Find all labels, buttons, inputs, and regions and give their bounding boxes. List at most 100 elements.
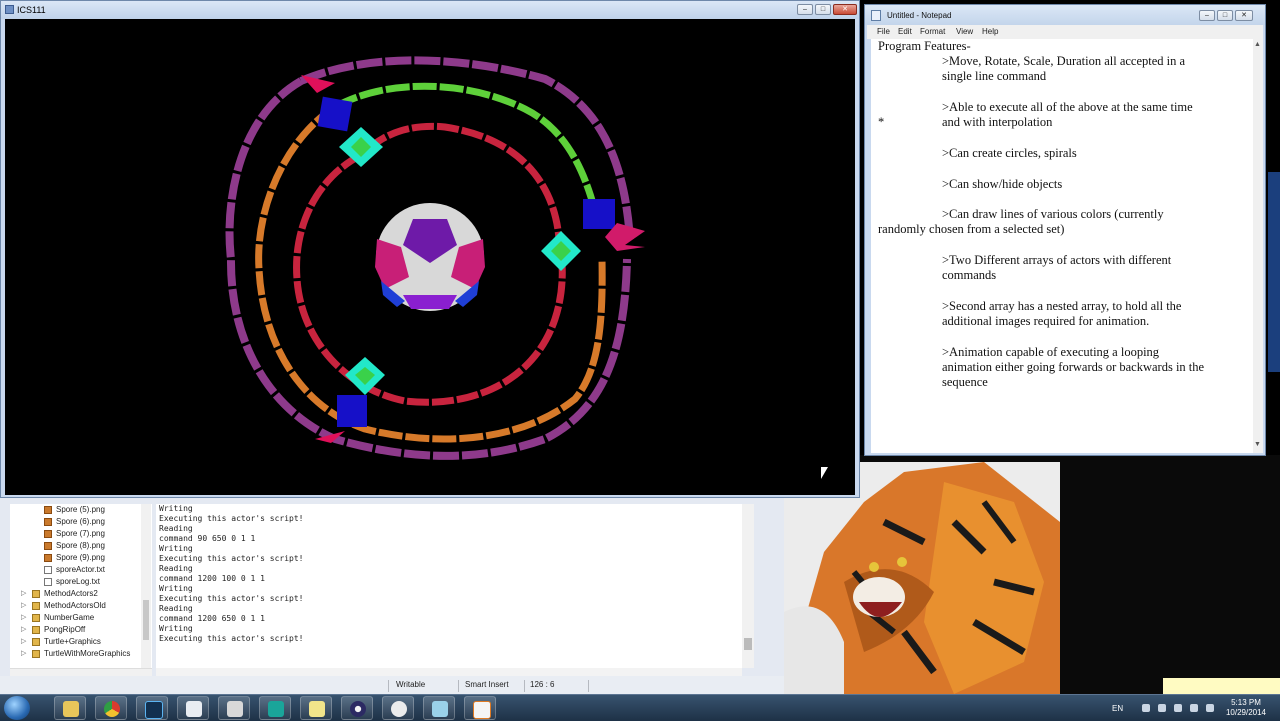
tree-item[interactable]: ▷ Turtle+Graphics: [10, 636, 152, 648]
status-divider: [458, 680, 459, 692]
status-cursor-position: 126 : 6: [530, 680, 555, 689]
tree-item[interactable]: ▷ MethodActors2: [10, 588, 152, 600]
image-file-icon: [44, 518, 52, 526]
notepad-line: sequence: [942, 375, 988, 389]
taskbar-maya[interactable]: [259, 696, 291, 720]
project-icon: [32, 614, 40, 622]
clock-time: 5:13 PM: [1231, 698, 1261, 707]
expand-arrow-icon[interactable]: ▷: [21, 624, 26, 636]
status-divider: [388, 680, 389, 692]
tree-item-label: sporeLog.txt: [56, 577, 101, 586]
tree-item-label: Spore (8).png: [56, 541, 105, 550]
tree-item[interactable]: sporeActor.txt: [10, 564, 152, 576]
taskbar-photoshop[interactable]: [136, 696, 168, 720]
package-explorer[interactable]: Spore (5).png Spore (6).png Spore (7).pn…: [10, 504, 152, 668]
menu-format[interactable]: Format: [920, 27, 945, 36]
console-line: Executing this actor's script!: [159, 634, 304, 643]
console-line: Reading: [159, 564, 193, 573]
notepad-menu-bar: File Edit Format View Help: [867, 25, 1263, 39]
notification-tooltip: [1163, 678, 1280, 694]
blender-icon: [391, 701, 407, 717]
notepad-line: >Able to execute all of the above at the…: [942, 100, 1193, 114]
tray-app-icon[interactable]: [1158, 704, 1166, 712]
ics111-window[interactable]: ICS111 – □ ✕: [0, 0, 860, 498]
taskbar-java[interactable]: [464, 696, 496, 720]
notepad-line: >Animation capable of executing a loopin…: [942, 345, 1160, 359]
menu-edit[interactable]: Edit: [898, 27, 912, 36]
notepad-line: animation either going forwards or backw…: [942, 360, 1205, 374]
tree-item[interactable]: Spore (8).png: [10, 540, 152, 552]
console-line: command 1200 100 0 1 1: [159, 574, 265, 583]
minimize-button[interactable]: –: [1199, 10, 1215, 21]
expand-arrow-icon[interactable]: ▷: [21, 600, 26, 612]
notepad-text-area[interactable]: Program Features- >Move, Rotate, Scale, …: [871, 39, 1253, 453]
tree-item[interactable]: Spore (9).png: [10, 552, 152, 564]
menu-help[interactable]: Help: [982, 27, 998, 36]
expand-arrow-icon[interactable]: ▷: [21, 636, 26, 648]
menu-file[interactable]: File: [877, 27, 890, 36]
tree-item[interactable]: Spore (6).png: [10, 516, 152, 528]
status-divider: [524, 680, 525, 692]
maximize-button[interactable]: □: [815, 4, 831, 15]
expand-arrow-icon[interactable]: ▷: [21, 612, 26, 624]
tray-network-icon[interactable]: [1174, 704, 1182, 712]
ics111-title-bar[interactable]: ICS111 – □ ✕: [1, 1, 859, 19]
tree-item[interactable]: Spore (5).png: [10, 504, 152, 516]
notepad-title-bar[interactable]: Untitled - Notepad – □ ✕: [865, 5, 1265, 25]
start-button[interactable]: [4, 696, 30, 720]
minimize-button[interactable]: –: [797, 4, 813, 15]
notepad-line: >Can draw lines of various colors (curre…: [942, 207, 1164, 221]
clock-date: 10/29/2014: [1225, 708, 1267, 717]
tray-volume-icon[interactable]: [1190, 704, 1198, 712]
console-output[interactable]: Writing Executing this actor's script! R…: [156, 504, 754, 668]
language-indicator[interactable]: EN: [1112, 704, 1123, 713]
scroll-up-arrow-icon[interactable]: ▲: [1254, 41, 1261, 48]
tree-item-label: Spore (7).png: [56, 529, 105, 538]
notepad-scrollbar[interactable]: ▲ ▼: [1253, 39, 1263, 453]
tree-item-label: Spore (6).png: [56, 517, 105, 526]
scrollbar-thumb[interactable]: [744, 638, 752, 650]
taskbar-blender[interactable]: [382, 696, 414, 720]
zbrush-icon: [227, 701, 243, 717]
maximize-button[interactable]: □: [1217, 10, 1233, 21]
notepad-line: randomly chosen from a selected set): [878, 222, 1065, 236]
taskbar-clock[interactable]: 5:13 PM 10/29/2014: [1220, 698, 1272, 718]
close-button[interactable]: ✕: [833, 4, 857, 15]
console-line: Writing: [159, 504, 193, 513]
tree-item[interactable]: Spore (7).png: [10, 528, 152, 540]
status-divider: [588, 680, 589, 692]
close-button[interactable]: ✕: [1235, 10, 1253, 21]
folder-icon: [309, 701, 325, 717]
chrome-icon: [104, 701, 120, 717]
tree-item[interactable]: ▷ MethodActorsOld: [10, 600, 152, 612]
notepad-window[interactable]: Untitled - Notepad – □ ✕ File Edit Forma…: [864, 4, 1266, 456]
notepad-line: Program Features-: [878, 39, 971, 53]
tree-scrollbar[interactable]: [141, 504, 151, 668]
taskbar-eclipse[interactable]: [341, 696, 373, 720]
tree-item[interactable]: ▷ NumberGame: [10, 612, 152, 624]
image-file-icon: [44, 530, 52, 538]
tree-item[interactable]: sporeLog.txt: [10, 576, 152, 588]
taskbar-explorer[interactable]: [54, 696, 86, 720]
notepad-line: >Move, Rotate, Scale, Duration all accep…: [942, 54, 1186, 68]
scroll-down-arrow-icon[interactable]: ▼: [1254, 441, 1261, 448]
expand-arrow-icon[interactable]: ▷: [21, 588, 26, 600]
notepad-line: *: [878, 115, 885, 129]
taskbar-file[interactable]: [423, 696, 455, 720]
notepad-line: single line command: [942, 69, 1047, 83]
taskbar-chrome[interactable]: [95, 696, 127, 720]
tree-item[interactable]: ▷ PongRipOff: [10, 624, 152, 636]
animation-canvas[interactable]: [5, 19, 855, 495]
taskbar-folder[interactable]: [300, 696, 332, 720]
expand-arrow-icon[interactable]: ▷: [21, 648, 26, 660]
taskbar-unity[interactable]: [177, 696, 209, 720]
tray-flag-icon[interactable]: [1206, 704, 1214, 712]
menu-view[interactable]: View: [956, 27, 973, 36]
tray-arrow-icon[interactable]: [1142, 704, 1150, 712]
tree-item[interactable]: ▷ TurtleWithMoreGraphics: [10, 648, 152, 660]
background-window-edge: [1268, 172, 1280, 372]
scrollbar-thumb[interactable]: [143, 600, 149, 640]
console-line: Writing: [159, 624, 193, 633]
console-scrollbar[interactable]: [742, 504, 754, 668]
taskbar-zbrush[interactable]: [218, 696, 250, 720]
